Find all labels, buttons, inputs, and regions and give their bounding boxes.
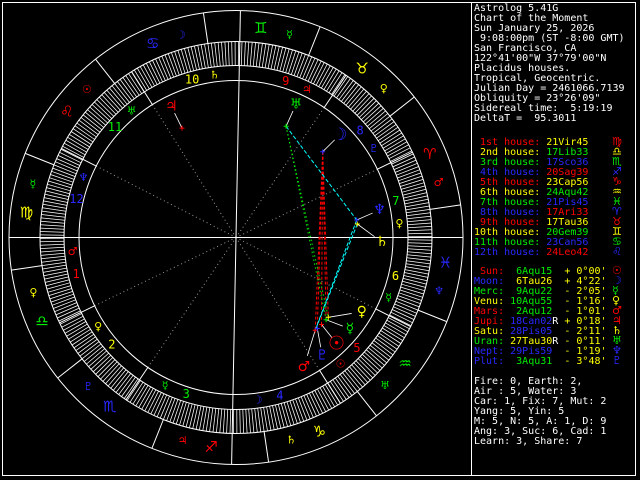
chart-info-panel: Astrolog 5.41G Chart of the Moment Sun Jan…: [474, 0, 638, 480]
chart-info-text: DeltaT = 95.3011: [474, 113, 577, 124]
stat-text: Learn: 3, Share: 7: [474, 436, 583, 447]
house-cusp-row: 12th house: 24Leo42 ♌: [474, 246, 622, 258]
leo-sign-icon: ♌: [612, 245, 622, 258]
planet-position-value: 3Aqu31: [510, 356, 553, 367]
stat-line: Learn: 3, Share: 7: [474, 437, 582, 447]
house-cusp-value: 24Leo42: [546, 247, 589, 258]
astrolog-window: 1 ♂ 2 ♀ 3 ☿ 4 ☽ 5 ☉ 6 ☿ 7 ♀ 8 ♇ 9 ♃ 10 ♄ 11 ♅ 12 ♆ ♈ ♂ ♉ ♀ ♊ ☿ ♋ ☽ ♌ ☉ ♍ ☿ ♎…: [0, 0, 640, 480]
plut-icon: ♇: [612, 354, 622, 367]
chart-info-line: DeltaT = 95.3011: [474, 114, 576, 124]
planet-position-row: Plut: 3Aqu31 - 3°48' ♇: [474, 355, 622, 367]
planet-offset-value: - 3°48': [564, 356, 607, 367]
planet-label: Plut:: [474, 356, 505, 367]
panel-divider: [471, 2, 472, 476]
house-label: 12th house:: [474, 247, 541, 258]
